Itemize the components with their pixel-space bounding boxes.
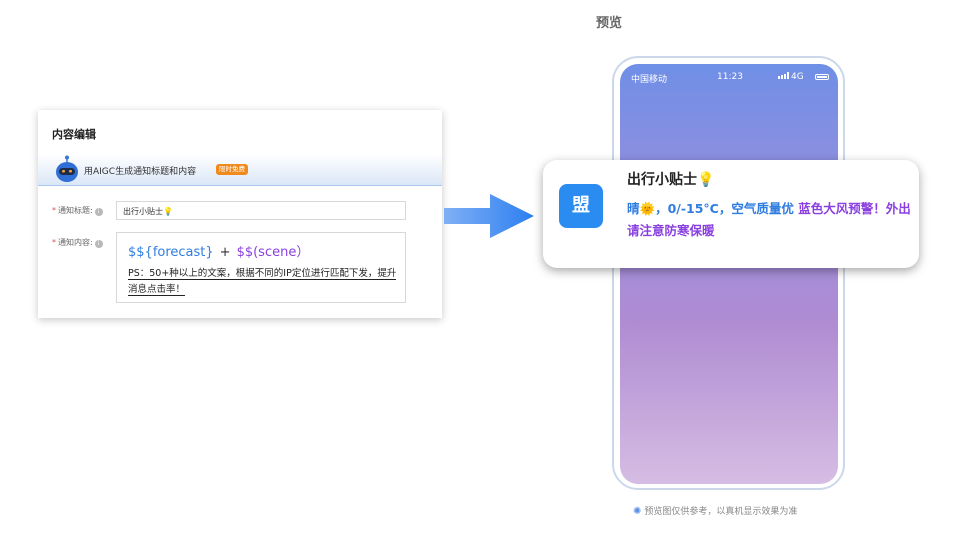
status-network: 4G [778,72,804,82]
lightbulb-icon: ✺ [633,506,642,517]
info-icon[interactable]: i [94,240,103,248]
content-variables: $${forecast} + $$(scene） [128,241,309,260]
forecast-variable: $${forecast} [128,245,214,260]
notification-title: 出行小贴士💡 [627,172,715,188]
info-icon[interactable]: i [94,208,103,216]
editor-title: 内容编辑 [52,128,96,141]
free-badge: 限时免费 [216,164,248,175]
app-icon: 盟 [559,184,603,228]
scene-variable: $$(scene） [236,245,310,260]
status-carrier: 中国移动 [631,75,668,85]
aigc-generate-bar[interactable]: 用AIGC生成通知标题和内容 限时免费 [38,154,442,186]
status-time: 11:23 [717,72,743,82]
phone-screen: 中国移动 11:23 4G [620,64,838,484]
content-field-label: * 通知内容: i [52,237,103,248]
notification-body: 晴🌞，0/-15°C，空气质量优 蓝色大风预警！外出请注意防寒保暖 [627,198,919,242]
content-editor-panel: 内容编辑 用AIGC生成通知标题和内容 限时免费 * 通知标题: i 出行小贴士💡 … [38,110,442,318]
preview-title: 预览 [595,16,622,31]
preview-footer-note: ✺ 预览图仅供参考，以真机显示效果为准 [633,506,798,517]
title-field-label: * 通知标题: i [52,205,103,216]
notification-title-input[interactable]: 出行小贴士💡 [116,201,406,220]
plus-sign: + [219,245,231,260]
notification-content-input[interactable]: $${forecast} + $$(scene） PS：50+种以上的文案，根据不同… [116,232,406,303]
aigc-label: 用AIGC生成通知标题和内容 [84,167,197,177]
notification-card[interactable]: 盟 出行小贴士💡 晴🌞，0/-15°C，空气质量优 蓝色大风预警！外出请注意防寒… [543,160,919,268]
arrow-right-icon [444,194,534,238]
battery-icon [815,74,829,80]
ps-note: PS：50+种以上的文案，根据不同的IP定位进行匹配下发，提升消息点击率！ [128,268,397,296]
notification-body-main: 晴🌞，0/-15°C，空气质量优 [627,201,799,216]
signal-icon [778,72,789,79]
robot-icon [56,155,78,182]
